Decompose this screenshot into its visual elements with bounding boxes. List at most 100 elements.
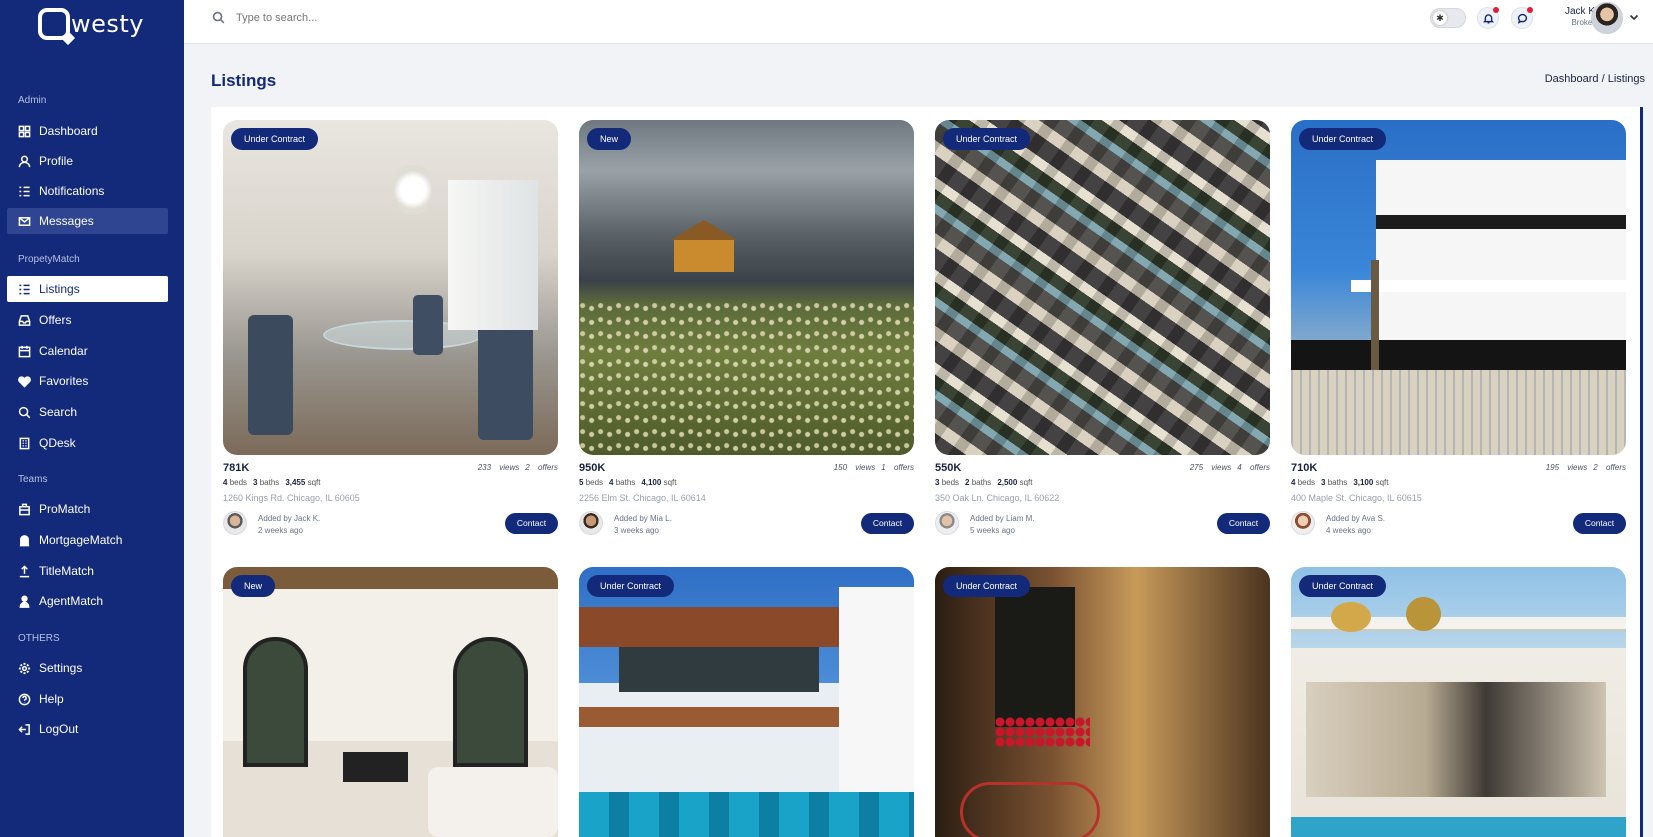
brand-name: westy [71, 10, 145, 38]
bank-icon [18, 534, 31, 547]
contact-button[interactable]: Contact [505, 513, 558, 534]
contact-button[interactable]: Contact [1217, 513, 1270, 534]
listing-card[interactable]: Under Contract [579, 567, 914, 837]
logout-icon [18, 723, 31, 736]
listing-photo[interactable]: New [223, 567, 558, 837]
sidebar-item-promatch[interactable]: ProMatch [7, 496, 168, 522]
listing-card[interactable]: Under Contract 781K 233 views 2 offers 4 … [223, 120, 558, 540]
sidebar-item-listings[interactable]: Listings [7, 276, 168, 302]
status-badge: Under Contract [1299, 575, 1387, 597]
transfer-icon [18, 503, 31, 516]
brand-logo[interactable]: westy [38, 8, 144, 40]
search-icon [18, 406, 31, 419]
listing-card[interactable]: Under Contract 550K 275 views 4 offers 3 … [935, 120, 1270, 540]
listing-photo[interactable]: New [579, 120, 914, 455]
avatar[interactable] [1591, 2, 1623, 34]
person-icon [18, 595, 31, 608]
topbar: ✱ Jack K Broker [184, 0, 1653, 44]
heart-icon [18, 375, 31, 388]
theme-toggle[interactable]: ✱ [1430, 8, 1466, 28]
user-icon [18, 155, 31, 168]
notifications-button[interactable] [1477, 7, 1499, 29]
listing-specs: 5 beds 4 baths 4,100 sqft [579, 478, 677, 487]
chat-icon [1517, 13, 1527, 24]
sidebar-item-help[interactable]: Help [7, 686, 168, 712]
sidebar-item-calendar[interactable]: Calendar [7, 338, 168, 364]
section-label-teams: Teams [18, 474, 48, 485]
listing-price: 710K [1291, 462, 1318, 474]
sidebar-item-mortgagematch[interactable]: MortgageMatch [7, 527, 168, 553]
tray-icon [18, 314, 31, 327]
search-bar[interactable] [212, 11, 536, 24]
sidebar-item-search[interactable]: Search [7, 399, 168, 425]
grid-icon [18, 125, 31, 138]
sidebar-item-label: Search [39, 405, 78, 419]
bell-icon [1482, 13, 1494, 24]
sidebar-item-profile[interactable]: Profile [7, 148, 168, 174]
sidebar-item-dashboard[interactable]: Dashboard [7, 118, 168, 144]
sidebar-item-label: Favorites [39, 374, 89, 388]
listing-card[interactable]: New [223, 567, 558, 837]
listing-address: 350 Oak Ln. Chicago, IL 60622 [935, 493, 1060, 503]
sidebar-item-logout[interactable]: LogOut [7, 716, 168, 742]
sidebar-item-offers[interactable]: Offers [7, 307, 168, 333]
sidebar-item-messages[interactable]: Messages [7, 208, 168, 234]
user-role: Broker [1571, 18, 1595, 27]
listing-card[interactable]: New 950K 150 views 1 offers 5 beds 4 baths… [579, 120, 914, 540]
listing-stats: 275 views 4 offers [1189, 463, 1270, 472]
sidebar-item-label: LogOut [39, 722, 79, 736]
search-icon [212, 11, 225, 24]
contact-button[interactable]: Contact [861, 513, 914, 534]
agent-avatar [223, 511, 247, 535]
sidebar-item-label: Calendar [39, 344, 88, 358]
sun-icon: ✱ [1433, 11, 1447, 25]
sidebar-item-titlematch[interactable]: TitleMatch [7, 558, 168, 584]
listing-photo[interactable]: Under Contract [1291, 567, 1626, 837]
section-label-propetymatch: PropetyMatch [18, 254, 80, 265]
listing-photo[interactable]: Under Contract [935, 567, 1270, 837]
listing-added-info: Added by Jack K. 2 weeks ago [258, 514, 321, 535]
sidebar-item-agentmatch[interactable]: AgentMatch [7, 588, 168, 614]
mail-icon [18, 215, 31, 228]
listing-specs: 4 beds 3 baths 3,455 sqft [223, 478, 321, 487]
listing-address: 1260 Kings Rd. Chicago, IL 60605 [223, 493, 360, 503]
sidebar-item-label: Profile [39, 154, 74, 168]
sidebar-item-notifications[interactable]: Notifications [7, 178, 168, 204]
agent-avatar [935, 511, 959, 535]
contact-button[interactable]: Contact [1573, 513, 1626, 534]
messages-button[interactable] [1511, 7, 1533, 29]
section-label-others: OTHERS [18, 633, 60, 644]
status-badge: New [587, 128, 632, 150]
sidebar-item-label: Messages [39, 214, 94, 228]
scrollbar[interactable] [1640, 107, 1643, 837]
sidebar-item-favorites[interactable]: Favorites [7, 368, 168, 394]
agent-avatar [579, 511, 603, 535]
sidebar-item-qdesk[interactable]: QDesk [7, 430, 168, 456]
search-input[interactable] [236, 11, 536, 24]
sidebar-item-label: MortgageMatch [39, 533, 123, 547]
listing-photo[interactable]: Under Contract [935, 120, 1270, 455]
notification-dot [1493, 7, 1499, 13]
logo-mark-icon [38, 8, 70, 40]
sidebar-item-label: Offers [39, 313, 72, 327]
listing-card[interactable]: Under Contract [935, 567, 1270, 837]
user-info[interactable]: Jack K Broker [1551, 6, 1595, 27]
sidebar-item-label: ProMatch [39, 502, 91, 516]
sidebar-item-settings[interactable]: Settings [7, 655, 168, 681]
breadcrumb[interactable]: Dashboard / Listings [1545, 73, 1645, 85]
user-name: Jack K [1564, 6, 1595, 17]
list-icon [18, 283, 31, 296]
listing-photo[interactable]: Under Contract [1291, 120, 1626, 455]
status-badge: Under Contract [943, 575, 1031, 597]
status-badge: Under Contract [587, 575, 675, 597]
section-label-admin: Admin [18, 95, 47, 106]
listing-added-info: Added by Ava S. 4 weeks ago [1326, 514, 1386, 535]
listing-card[interactable]: Under Contract [1291, 567, 1626, 837]
sidebar-item-label: TitleMatch [39, 564, 94, 578]
chevron-down-icon[interactable] [1628, 10, 1640, 22]
listing-photo[interactable]: Under Contract [223, 120, 558, 455]
listing-card[interactable]: Under Contract 710K 195 views 2 offers 4 … [1291, 120, 1626, 540]
page-title: Listings [211, 71, 277, 90]
listing-photo[interactable]: Under Contract [579, 567, 914, 837]
listing-address: 2256 Elm St. Chicago, IL 60614 [579, 493, 706, 503]
